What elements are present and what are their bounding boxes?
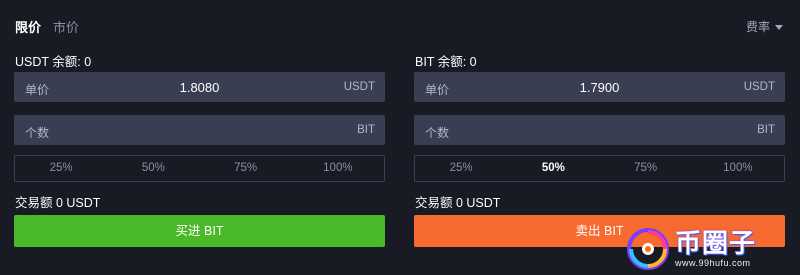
- sell-percent-selector: 25% 50% 75% 100%: [414, 155, 785, 182]
- watermark-title: 币圈子: [675, 228, 757, 258]
- buy-price-unit: USDT: [343, 81, 375, 93]
- buy-balance: USDT 余额: 0: [15, 55, 92, 69]
- buy-trade-amount: 交易额 0 USDT: [15, 196, 101, 210]
- sell-price-value[interactable]: 1.7900: [414, 80, 785, 95]
- buy-quantity-unit: BIT: [357, 124, 375, 136]
- buy-button[interactable]: 买进 BIT: [14, 215, 385, 247]
- buy-percent-25[interactable]: 25%: [15, 156, 107, 181]
- buy-panel: USDT 余额: 0 单价 1.8080 USDT 个数 BIT 25% 50%…: [14, 0, 385, 275]
- sell-quantity-input[interactable]: 个数 BIT: [414, 115, 785, 145]
- buy-percent-100[interactable]: 100%: [292, 156, 384, 181]
- watermark: 币圈子 www.99hufu.com: [627, 222, 800, 275]
- sell-percent-25[interactable]: 25%: [415, 156, 507, 181]
- sell-price-unit: USDT: [743, 81, 775, 93]
- buy-price-input[interactable]: 单价 1.8080 USDT: [14, 72, 385, 102]
- sell-trade-amount: 交易额 0 USDT: [415, 196, 501, 210]
- buy-percent-75[interactable]: 75%: [200, 156, 292, 181]
- sell-quantity-unit: BIT: [757, 124, 775, 136]
- watermark-text: 币圈子 www.99hufu.com: [675, 229, 756, 268]
- buy-quantity-label: 个数: [25, 126, 50, 140]
- sell-quantity-label: 个数: [425, 126, 450, 140]
- sell-balance: BIT 余额: 0: [415, 55, 477, 69]
- buy-percent-selector: 25% 50% 75% 100%: [14, 155, 385, 182]
- sell-percent-50[interactable]: 50%: [507, 156, 599, 181]
- buy-percent-50[interactable]: 50%: [107, 156, 199, 181]
- watermark-logo-icon: [627, 227, 669, 270]
- buy-price-value[interactable]: 1.8080: [14, 80, 385, 95]
- watermark-url: www.99hufu.com: [675, 258, 751, 268]
- sell-percent-100[interactable]: 100%: [692, 156, 784, 181]
- sell-price-input[interactable]: 单价 1.7900 USDT: [414, 72, 785, 102]
- sell-percent-75[interactable]: 75%: [600, 156, 692, 181]
- buy-quantity-input[interactable]: 个数 BIT: [14, 115, 385, 145]
